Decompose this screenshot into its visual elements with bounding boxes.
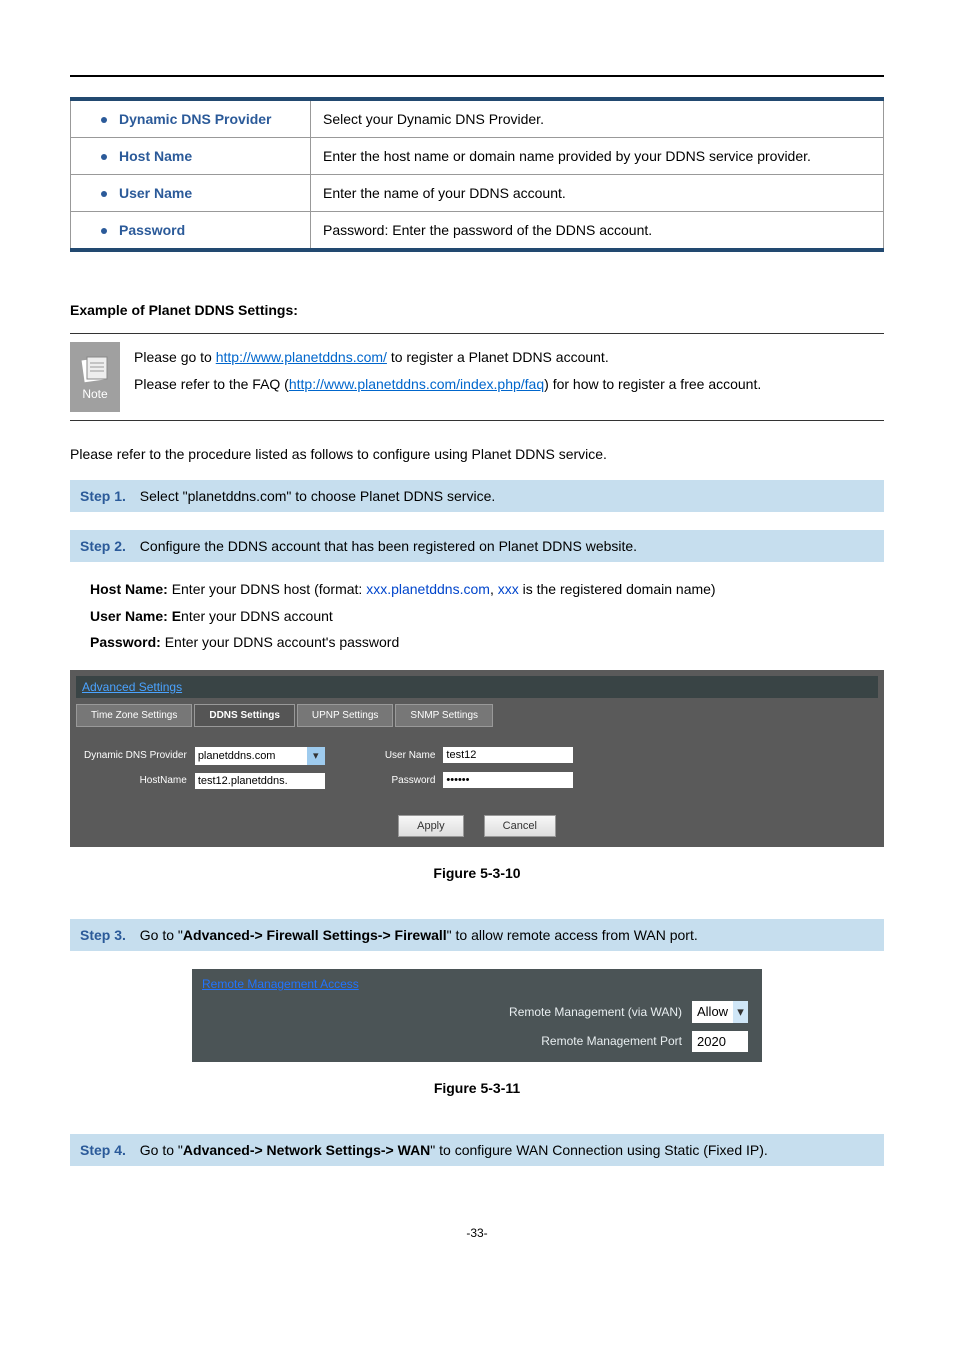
step-2-text: Configure the DDNS account that has been… (140, 538, 637, 554)
tab-ddns-settings[interactable]: DDNS Settings (194, 704, 295, 727)
chevron-down-icon: ▾ (733, 1001, 748, 1023)
rm-port-input[interactable]: 2020 (692, 1031, 748, 1052)
planetddns-link[interactable]: http://www.planetddns.com/ (216, 349, 387, 365)
remote-management-header: Remote Management Access (202, 975, 752, 997)
username-label: User Name: E (90, 608, 181, 624)
note-line2-suffix: ) for how to register a free account. (544, 376, 761, 392)
example-heading: Example of Planet DDNS Settings: (70, 302, 884, 318)
param-desc: Select your Dynamic DNS Provider. (311, 99, 884, 138)
step-3-bold: Advanced-> Firewall Settings-> Firewall (183, 927, 447, 943)
password-text: Enter your DDNS account's password (165, 634, 400, 650)
hostname-label: Host Name: (90, 581, 172, 597)
step-3: Step 3. Go to "Advanced-> Firewall Setti… (70, 919, 884, 951)
provider-label: Dynamic DNS Provider (84, 750, 187, 761)
provider-value: planetddns.com (195, 748, 307, 764)
rm-via-wan-select[interactable]: Allow ▾ (692, 1001, 748, 1023)
param-desc: Password: Enter the password of the DDNS… (311, 212, 884, 251)
intro-text: Please refer to the procedure listed as … (70, 446, 884, 462)
hostname-example: xxx.planetddns.com (366, 581, 490, 597)
username-form-label: User Name (385, 750, 436, 761)
note-line1-suffix: to register a Planet DDNS account. (387, 349, 609, 365)
page-number: -33- (70, 1226, 884, 1270)
table-row: Host NameEnter the host name or domain n… (71, 138, 884, 175)
step-1-text: Select "planetddns.com" to choose Planet… (140, 488, 495, 504)
rm-via-wan-value: Allow (692, 1001, 733, 1022)
step-1: Step 1. Select "planetddns.com" to choos… (70, 480, 884, 512)
hostname-text-e: is the registered domain name) (519, 581, 716, 597)
settings-tabs: Time Zone SettingsDDNS SettingsUPNP Sett… (76, 704, 878, 727)
param-label: Host Name (71, 138, 311, 175)
username-input[interactable]: test12 (443, 747, 573, 763)
step-3-pre: Go to " (140, 927, 183, 943)
step-2-label: Step 2. (80, 538, 126, 554)
tab-snmp-settings[interactable]: SNMP Settings (395, 704, 493, 727)
param-label: Password (71, 212, 311, 251)
note-content: Please go to http://www.planetddns.com/ … (134, 334, 884, 420)
note-line1-prefix: Please go to (134, 349, 216, 365)
hostname-text-a: Enter your DDNS host (format: (172, 581, 367, 597)
planetddns-faq-link[interactable]: http://www.planetddns.com/index.php/faq (289, 376, 544, 392)
figure-5-3-11-caption: Figure 5-3-11 (70, 1080, 884, 1096)
note-label: Note (82, 387, 107, 401)
tab-upnp-settings[interactable]: UPNP Settings (297, 704, 394, 727)
step-4-bold: Advanced-> Network Settings-> WAN (183, 1142, 430, 1158)
bullet-icon (101, 191, 107, 197)
table-row: User NameEnter the name of your DDNS acc… (71, 175, 884, 212)
step-4-post: " to configure WAN Connection using Stat… (430, 1142, 767, 1158)
param-label: User Name (71, 175, 311, 212)
step-4-label: Step 4. (80, 1142, 126, 1158)
table-row: Dynamic DNS ProviderSelect your Dynamic … (71, 99, 884, 138)
cancel-button[interactable]: Cancel (484, 815, 556, 837)
step-2-details: Host Name: Enter your DDNS host (format:… (70, 562, 884, 660)
screenshot-ddns-settings: Advanced Settings Time Zone SettingsDDNS… (70, 670, 884, 847)
hostname-form-label: HostName (84, 775, 187, 786)
hostname-var: xxx (498, 581, 519, 597)
note-block: Note Please go to http://www.planetddns.… (70, 333, 884, 421)
chevron-down-icon: ▾ (307, 747, 325, 765)
step-2: Step 2. Configure the DDNS account that … (70, 530, 884, 562)
param-desc: Enter the host name or domain name provi… (311, 138, 884, 175)
password-form-label: Password (385, 775, 436, 786)
note-icon: Note (70, 342, 120, 412)
figure-5-3-10-caption: Figure 5-3-10 (70, 865, 884, 881)
param-label: Dynamic DNS Provider (71, 99, 311, 138)
hostname-input[interactable]: test12.planetddns. (195, 773, 325, 789)
step-4: Step 4. Go to "Advanced-> Network Settin… (70, 1134, 884, 1166)
bullet-icon (101, 117, 107, 123)
note-line2-prefix: Please refer to the FAQ ( (134, 376, 289, 392)
tab-time-zone-settings[interactable]: Time Zone Settings (76, 704, 192, 727)
param-desc: Enter the name of your DDNS account. (311, 175, 884, 212)
step-4-pre: Go to " (140, 1142, 183, 1158)
apply-button[interactable]: Apply (398, 815, 464, 837)
bullet-icon (101, 154, 107, 160)
username-text: nter your DDNS account (181, 608, 333, 624)
parameters-table: Dynamic DNS ProviderSelect your Dynamic … (70, 97, 884, 252)
screenshot-remote-management: Remote Management Access Remote Manageme… (192, 969, 762, 1062)
section-divider (70, 75, 884, 77)
hostname-text-c: , (490, 581, 498, 597)
rm-via-wan-label: Remote Management (via WAN) (202, 1005, 682, 1019)
step-3-label: Step 3. (80, 927, 126, 943)
rm-port-label: Remote Management Port (202, 1034, 682, 1048)
advanced-settings-header: Advanced Settings (76, 676, 878, 698)
password-label: Password: (90, 634, 165, 650)
password-input[interactable]: •••••• (443, 772, 573, 788)
provider-select[interactable]: planetddns.com ▾ (195, 747, 325, 765)
bullet-icon (101, 228, 107, 234)
step-3-post: " to allow remote access from WAN port. (447, 927, 698, 943)
step-1-label: Step 1. (80, 488, 126, 504)
table-row: PasswordPassword: Enter the password of … (71, 212, 884, 251)
